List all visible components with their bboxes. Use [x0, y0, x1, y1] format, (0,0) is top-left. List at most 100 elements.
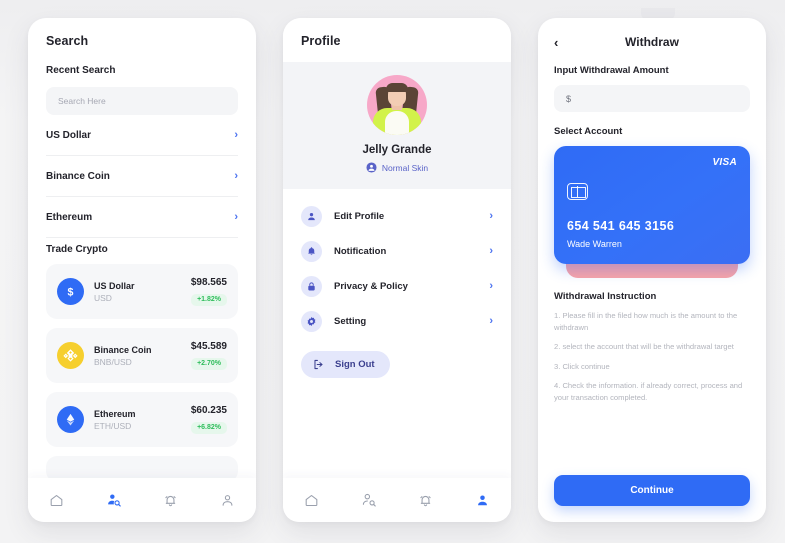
nav-profile[interactable] — [211, 485, 245, 515]
person-icon — [478, 495, 487, 505]
instruction-title: Withdrawal Instruction — [554, 291, 657, 302]
coin-delta-badge: +2.70% — [191, 357, 227, 370]
amount-label: Input Withdrawal Amount — [554, 65, 669, 76]
instruction-list: 1. Please fill in the filed how much is … — [554, 310, 750, 403]
coin-name: Binance Coin — [94, 344, 152, 355]
nav-profile[interactable] — [466, 485, 500, 515]
coin-pair: BNB/USD — [94, 356, 132, 367]
status-badge: Normal Skin — [366, 162, 428, 173]
person-circle-icon — [366, 162, 377, 173]
select-account-label: Select Account — [554, 126, 623, 137]
menu-item-edit-profile[interactable]: Edit Profile › — [301, 199, 493, 234]
coin-name: US Dollar — [94, 280, 135, 291]
profile-menu: Edit Profile › Notification › Privacy & … — [283, 189, 511, 378]
nav-person-search[interactable] — [97, 485, 131, 515]
profile-hero: Jelly Grande Normal Skin — [283, 62, 511, 189]
ethereum-coin-icon — [57, 406, 84, 433]
menu-item-privacy-policy[interactable]: Privacy & Policy › — [301, 269, 493, 304]
chevron-right-icon: › — [489, 280, 493, 292]
bell-icon — [420, 495, 431, 506]
instruction-item: 4. Check the information. if already cor… — [554, 381, 743, 402]
amount-input-value: $ — [566, 93, 572, 104]
lock-icon — [301, 276, 322, 297]
menu-item-notification[interactable]: Notification › — [301, 234, 493, 269]
instruction-item: 1. Please fill in the filed how much is … — [554, 311, 738, 332]
coin-name: Ethereum — [94, 408, 136, 419]
card-number: 654 541 645 3156 — [567, 219, 675, 233]
recent-search-label: Recent Search — [46, 65, 116, 76]
recent-item-label: Ethereum — [46, 211, 93, 223]
status-badge-label: Normal Skin — [381, 162, 429, 173]
coin-price: $60.235 — [190, 405, 227, 416]
sign-out-label: Sign Out — [335, 359, 375, 370]
sign-out-button[interactable]: Sign Out — [301, 351, 390, 378]
coin-delta-badge: +1.82% — [191, 293, 227, 306]
gear-icon — [301, 311, 322, 332]
home-icon — [305, 494, 318, 506]
card-chip-icon — [567, 183, 588, 200]
menu-item-label: Privacy & Policy — [334, 281, 408, 292]
recent-item-binance-coin[interactable]: Binance Coin › — [46, 156, 238, 197]
withdraw-header: ‹ Withdraw — [538, 18, 766, 49]
person-icon — [222, 494, 233, 506]
chevron-right-icon: › — [489, 245, 493, 257]
list-item[interactable]: Binance Coin BNB/USD $45.589 +2.70% — [46, 328, 238, 383]
bell-icon — [301, 241, 322, 262]
trade-crypto-label: Trade Crypto — [46, 244, 108, 255]
profile-name: Jelly Grande — [362, 144, 432, 156]
menu-item-label: Edit Profile — [334, 211, 385, 222]
list-item[interactable]: $ US Dollar USD $98.565 +1.82% — [46, 264, 238, 319]
recent-item-ethereum[interactable]: Ethereum › — [46, 197, 238, 238]
nav-home[interactable] — [295, 485, 329, 515]
dollar-coin-icon: $ — [57, 278, 84, 305]
account-card-stack: VISA 654 541 645 3156 Wade Warren — [554, 146, 750, 278]
page-title: Search — [46, 34, 89, 48]
recent-item-us-dollar[interactable]: US Dollar › — [46, 115, 238, 156]
search-input[interactable]: Search Here — [46, 87, 238, 115]
back-button[interactable]: ‹ — [554, 36, 568, 49]
chevron-right-icon: › — [489, 315, 493, 327]
logout-icon — [314, 359, 323, 370]
binance-coin-icon — [57, 342, 84, 369]
chevron-right-icon: › — [489, 210, 493, 222]
instruction-item: 3. Click continue — [554, 361, 610, 371]
coin-price: $98.565 — [190, 277, 227, 288]
page-title: Profile — [301, 34, 341, 48]
continue-button[interactable]: Continue — [554, 475, 750, 506]
instruction-item: 2. select the account that will be the w… — [554, 342, 734, 352]
coin-pair: ETH/USD — [94, 420, 132, 431]
nav-person-search[interactable] — [352, 485, 386, 515]
search-input-placeholder: Search Here — [58, 96, 106, 106]
chevron-right-icon: › — [234, 210, 238, 223]
person-search-icon — [362, 493, 376, 507]
menu-item-label: Notification — [334, 246, 387, 257]
menu-item-setting[interactable]: Setting › — [301, 304, 493, 339]
nav-notifications[interactable] — [409, 485, 443, 515]
page-title: Withdraw — [625, 35, 679, 49]
amount-input[interactable]: $ — [554, 85, 750, 112]
list-item[interactable]: Ethereum ETH/USD $60.235 +6.82% — [46, 392, 238, 447]
visa-logo: VISA — [712, 157, 737, 168]
visa-card[interactable]: VISA 654 541 645 3156 Wade Warren — [554, 146, 750, 264]
chevron-right-icon: › — [234, 169, 238, 182]
withdraw-screen-panel: ‹ Withdraw Input Withdrawal Amount $ Sel… — [538, 18, 766, 522]
screenshot-stage: Search Recent Search Search Here US Doll… — [0, 0, 785, 543]
bottom-navigation — [283, 478, 511, 522]
bell-icon — [165, 495, 176, 506]
person-icon — [301, 206, 322, 227]
nav-home[interactable] — [40, 485, 74, 515]
search-screen-panel: Search Recent Search Search Here US Doll… — [28, 18, 256, 522]
chevron-right-icon: › — [234, 128, 238, 141]
svg-text:$: $ — [68, 286, 74, 298]
withdraw-content: Input Withdrawal Amount $ Select Account… — [538, 65, 766, 403]
search-content: Recent Search Search Here US Dollar › Bi… — [28, 65, 256, 482]
search-header: Search — [28, 18, 256, 48]
person-search-icon — [107, 494, 121, 507]
coin-pair: USD — [94, 292, 112, 303]
home-icon — [50, 494, 63, 506]
menu-item-label: Setting — [334, 316, 367, 327]
avatar — [367, 75, 427, 135]
bottom-navigation — [28, 478, 256, 522]
coin-price: $45.589 — [190, 341, 227, 352]
nav-notifications[interactable] — [154, 485, 188, 515]
